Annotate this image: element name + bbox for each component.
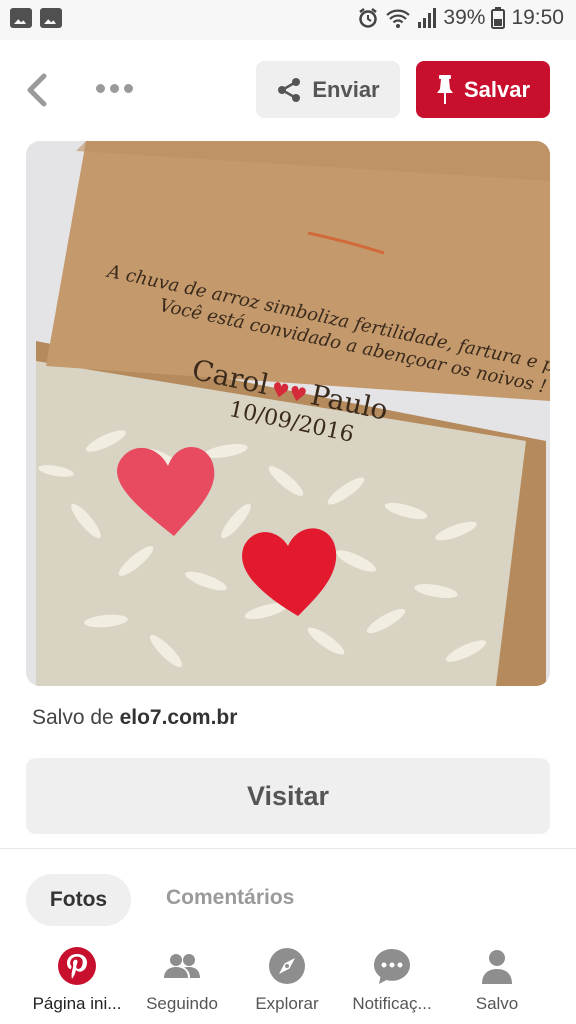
status-bar: 39% 19:50 xyxy=(0,0,576,40)
status-indicators: 39% 19:50 xyxy=(357,6,564,30)
people-icon xyxy=(162,946,202,986)
tab-comments-label: Comentários xyxy=(166,886,295,909)
bottom-navigation: Página ini... Seguindo Explorar Notifica… xyxy=(0,938,576,1024)
visit-label: Visitar xyxy=(246,780,330,811)
saved-prefix: Salvo de xyxy=(32,706,120,729)
dot-icon xyxy=(96,84,105,93)
chevron-left-icon xyxy=(27,73,47,107)
pushpin-icon xyxy=(436,74,453,104)
nav-explore-label: Explorar xyxy=(255,994,319,1013)
pinterest-icon xyxy=(57,946,97,986)
dot-icon xyxy=(110,84,119,93)
saved-from-text: Salvo de elo7.com.br xyxy=(32,706,237,730)
clock: 19:50 xyxy=(511,6,564,29)
divider xyxy=(0,848,576,849)
nav-home[interactable]: Página ini... xyxy=(22,946,132,1014)
dot-icon xyxy=(124,84,133,93)
back-button[interactable] xyxy=(22,72,52,108)
nav-saved[interactable]: Salvo xyxy=(442,946,552,1014)
rice-favor-photo xyxy=(26,141,550,686)
compass-icon xyxy=(267,946,307,986)
person-icon xyxy=(477,946,517,986)
tab-comments[interactable]: Comentários xyxy=(166,886,294,910)
save-button[interactable]: Salvar xyxy=(416,61,550,118)
image-notification-icon xyxy=(40,8,62,28)
nav-following-label: Seguindo xyxy=(146,994,218,1013)
nav-home-label: Página ini... xyxy=(32,994,122,1013)
chat-bubble-icon xyxy=(372,946,412,986)
signal-icon xyxy=(418,8,437,28)
pin-image[interactable]: A chuva de arroz simboliza fertilidade, … xyxy=(26,141,550,686)
nav-saved-label: Salvo xyxy=(475,994,519,1013)
share-icon xyxy=(278,77,301,102)
tab-photos-label: Fotos xyxy=(49,888,108,911)
nav-explore[interactable]: Explorar xyxy=(232,946,342,1014)
battery-icon xyxy=(491,7,506,29)
visit-button[interactable]: Visitar xyxy=(26,758,550,834)
notification-icons xyxy=(10,8,62,28)
nav-notifications-label: Notificaç... xyxy=(352,994,432,1013)
alarm-icon xyxy=(359,8,378,28)
nav-notifications[interactable]: Notificaç... xyxy=(337,946,447,1014)
gallery-notification-icon xyxy=(10,8,32,28)
battery-percent: 39% xyxy=(443,6,486,29)
nav-following[interactable]: Seguindo xyxy=(127,946,237,1014)
send-button[interactable]: Enviar xyxy=(256,61,400,118)
wifi-icon xyxy=(386,9,411,28)
saved-source-link[interactable]: elo7.com.br xyxy=(120,706,238,729)
save-label: Salvar xyxy=(463,76,531,102)
tab-photos[interactable]: Fotos xyxy=(26,874,131,926)
send-label: Enviar xyxy=(312,76,380,102)
more-options-button[interactable] xyxy=(96,84,133,93)
